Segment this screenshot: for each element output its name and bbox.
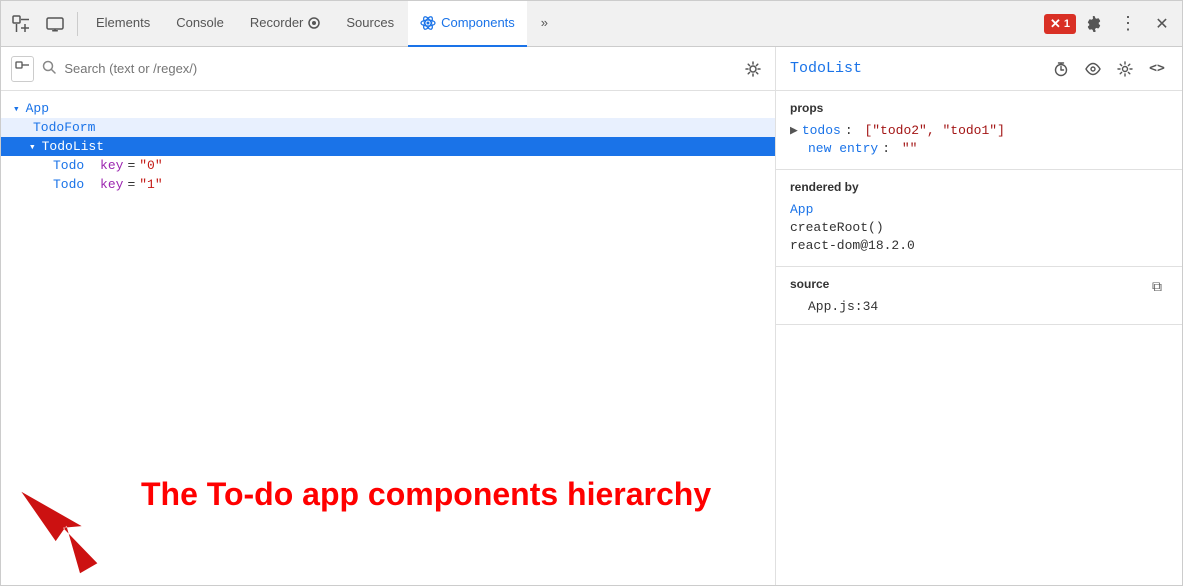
tab-components[interactable]: Components xyxy=(408,1,527,47)
inspect-element-icon[interactable] xyxy=(5,8,37,40)
more-options-icon[interactable]: ⋮ xyxy=(1112,8,1144,40)
close-devtools-icon[interactable]: ✕ xyxy=(1146,8,1178,40)
prop-newentry-row: new entry : "" xyxy=(790,141,1168,156)
tree-item-todolist[interactable]: ▾ TodoList xyxy=(1,137,775,156)
tree-item-app[interactable]: ▾ App xyxy=(1,99,775,118)
inspect-component-button[interactable] xyxy=(11,56,34,82)
annotation-text: The To-do app components hierarchy xyxy=(141,476,711,512)
prop-newentry-key: new entry xyxy=(808,141,878,156)
devtools-window: Elements Console Recorder Sources Compon xyxy=(0,0,1183,586)
rendered-by-section: rendered by App createRoot() react-dom@1… xyxy=(776,170,1182,267)
error-badge[interactable]: ✕ 1 xyxy=(1044,14,1076,34)
todo1-key-attr: key xyxy=(100,177,123,192)
timer-icon[interactable] xyxy=(1050,58,1072,80)
search-bar xyxy=(1,47,775,91)
prop-todos-key: todos xyxy=(802,123,841,138)
right-panel-header: TodoList xyxy=(776,47,1182,91)
eye-icon[interactable] xyxy=(1082,58,1104,80)
tab-recorder[interactable]: Recorder xyxy=(238,1,332,47)
tab-console[interactable]: Console xyxy=(164,1,236,47)
prop-todos-value: ["todo2", "todo1"] xyxy=(864,123,1004,138)
rendered-by-createroot: createRoot() xyxy=(790,220,1168,235)
component-settings-icon[interactable] xyxy=(1114,58,1136,80)
right-panel: TodoList xyxy=(776,47,1182,585)
props-title: props xyxy=(790,101,1168,115)
prop-todos-expand[interactable]: ▶ xyxy=(790,123,798,138)
todo0-key-attr: key xyxy=(100,158,123,173)
props-section: props ▶ todos : ["todo2", "todo1"] new e… xyxy=(776,91,1182,170)
rendered-by-title: rendered by xyxy=(790,180,1168,194)
main-content: ▾ App TodoForm ▾ TodoList Todo key = xyxy=(1,47,1182,585)
component-tree: ▾ App TodoForm ▾ TodoList Todo key = xyxy=(1,91,775,455)
source-file: App.js:34 xyxy=(790,299,1168,314)
view-source-icon[interactable]: <> xyxy=(1146,58,1168,80)
prop-todos-row: ▶ todos : ["todo2", "todo1"] xyxy=(790,123,1168,138)
tab-divider xyxy=(77,12,78,36)
tree-item-todo-1[interactable]: Todo key = "1" xyxy=(1,175,775,194)
search-settings-icon[interactable] xyxy=(742,56,765,82)
source-title: source xyxy=(790,277,829,291)
tab-more[interactable]: » xyxy=(529,1,560,47)
selected-component-name: TodoList xyxy=(790,60,1040,77)
tree-item-todo-0[interactable]: Todo key = "0" xyxy=(1,156,775,175)
tree-expand-app: ▾ xyxy=(13,102,20,116)
rendered-by-app[interactable]: App xyxy=(790,202,1168,217)
rendered-by-reactdom: react-dom@18.2.0 xyxy=(790,238,1168,253)
device-mode-icon[interactable] xyxy=(39,8,71,40)
devtools-settings-icon[interactable] xyxy=(1078,8,1110,40)
tab-bar: Elements Console Recorder Sources Compon xyxy=(1,1,1182,47)
todo0-key-val: "0" xyxy=(139,158,162,173)
left-panel: ▾ App TodoForm ▾ TodoList Todo key = xyxy=(1,47,776,585)
todo1-key-val: "1" xyxy=(139,177,162,192)
tree-expand-todolist: ▾ xyxy=(29,140,36,154)
search-icon xyxy=(42,60,56,77)
source-copy-icon[interactable]: ⧉ xyxy=(1146,277,1168,299)
tab-sources[interactable]: Sources xyxy=(334,1,406,47)
annotation-area: The To-do app components hierarchy xyxy=(1,455,775,585)
search-input[interactable] xyxy=(64,61,734,76)
source-section: source ⧉ App.js:34 xyxy=(776,267,1182,325)
tree-item-todoform[interactable]: TodoForm xyxy=(1,118,775,137)
tab-elements[interactable]: Elements xyxy=(84,1,162,47)
annotation-arrow xyxy=(21,455,141,575)
prop-newentry-value: "" xyxy=(902,141,918,156)
